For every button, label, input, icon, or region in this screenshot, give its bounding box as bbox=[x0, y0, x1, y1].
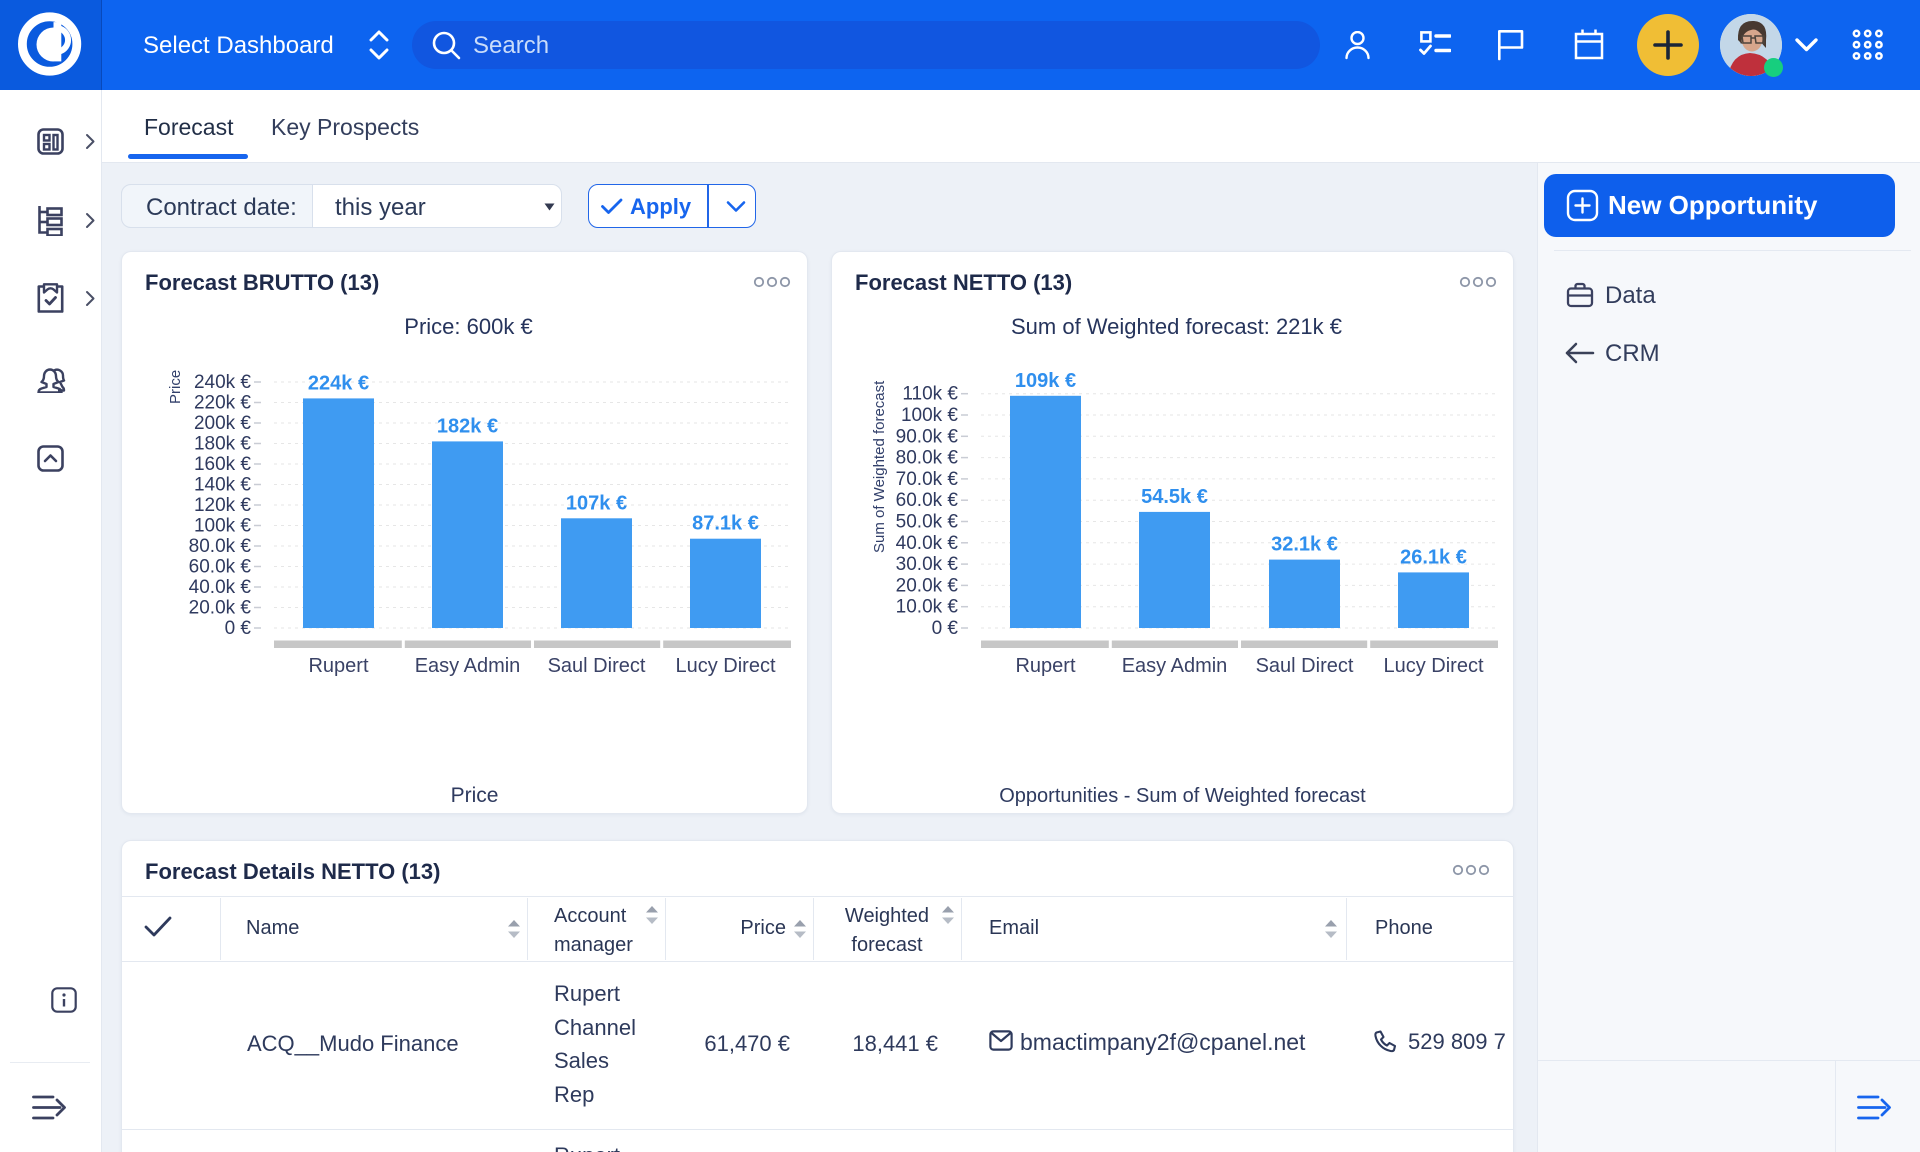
svg-text:140k €: 140k € bbox=[194, 475, 251, 496]
svg-text:60.0k €: 60.0k € bbox=[189, 557, 252, 578]
svg-text:10.0k €: 10.0k € bbox=[896, 597, 959, 618]
svg-text:90.0k €: 90.0k € bbox=[896, 426, 959, 447]
svg-text:109k €: 109k € bbox=[1015, 370, 1076, 392]
svg-text:107k €: 107k € bbox=[566, 492, 627, 514]
svg-text:26.1k €: 26.1k € bbox=[1400, 546, 1467, 568]
svg-text:60.0k €: 60.0k € bbox=[896, 490, 959, 511]
svg-text:70.0k €: 70.0k € bbox=[896, 469, 959, 490]
svg-text:40.0k €: 40.0k € bbox=[189, 577, 252, 598]
svg-text:0 €: 0 € bbox=[225, 618, 252, 639]
svg-text:180k €: 180k € bbox=[194, 434, 251, 455]
svg-text:32.1k €: 32.1k € bbox=[1271, 534, 1338, 556]
svg-text:80.0k €: 80.0k € bbox=[189, 536, 252, 557]
svg-text:40.0k €: 40.0k € bbox=[896, 533, 959, 554]
svg-text:Price: Price bbox=[167, 370, 184, 404]
svg-text:200k €: 200k € bbox=[194, 413, 251, 434]
svg-text:100k €: 100k € bbox=[194, 516, 251, 537]
svg-text:50.0k €: 50.0k € bbox=[896, 512, 959, 533]
svg-text:Rupert: Rupert bbox=[1015, 655, 1075, 677]
svg-text:Lucy Direct: Lucy Direct bbox=[1383, 655, 1483, 677]
svg-text:Opportunities - Sum of Weighte: Opportunities - Sum of Weighted forecast bbox=[999, 785, 1366, 807]
svg-text:20.0k €: 20.0k € bbox=[189, 598, 252, 619]
svg-text:100k €: 100k € bbox=[901, 405, 958, 426]
svg-text:240k €: 240k € bbox=[194, 372, 251, 393]
svg-text:Easy Admin: Easy Admin bbox=[1122, 655, 1228, 677]
svg-text:Saul Direct: Saul Direct bbox=[1256, 655, 1354, 677]
svg-text:Easy Admin: Easy Admin bbox=[415, 655, 521, 677]
svg-text:220k €: 220k € bbox=[194, 393, 251, 414]
svg-text:Price: Price bbox=[451, 784, 499, 807]
svg-text:Sum of Weighted forecast: 221k: Sum of Weighted forecast: 221k € bbox=[1011, 314, 1342, 339]
svg-text:Rupert: Rupert bbox=[308, 655, 368, 677]
svg-text:0 €: 0 € bbox=[932, 618, 959, 639]
svg-text:Price: 600k €: Price: 600k € bbox=[404, 314, 532, 339]
svg-text:120k €: 120k € bbox=[194, 495, 251, 516]
svg-text:30.0k €: 30.0k € bbox=[896, 554, 959, 575]
svg-text:80.0k €: 80.0k € bbox=[896, 448, 959, 469]
svg-text:54.5k €: 54.5k € bbox=[1141, 486, 1208, 508]
svg-text:Sum of Weighted forecast: Sum of Weighted forecast bbox=[871, 380, 888, 553]
svg-text:182k €: 182k € bbox=[437, 415, 498, 437]
svg-text:Forecast BRUTTO (13): Forecast BRUTTO (13) bbox=[145, 270, 379, 295]
svg-text:Forecast NETTO (13): Forecast NETTO (13) bbox=[855, 270, 1072, 295]
svg-text:Saul Direct: Saul Direct bbox=[548, 655, 646, 677]
svg-text:160k €: 160k € bbox=[194, 454, 251, 475]
svg-text:20.0k €: 20.0k € bbox=[896, 575, 959, 596]
svg-text:87.1k €: 87.1k € bbox=[692, 513, 759, 535]
svg-text:Lucy Direct: Lucy Direct bbox=[675, 655, 775, 677]
svg-text:224k €: 224k € bbox=[308, 372, 369, 394]
svg-text:110k €: 110k € bbox=[902, 384, 958, 405]
